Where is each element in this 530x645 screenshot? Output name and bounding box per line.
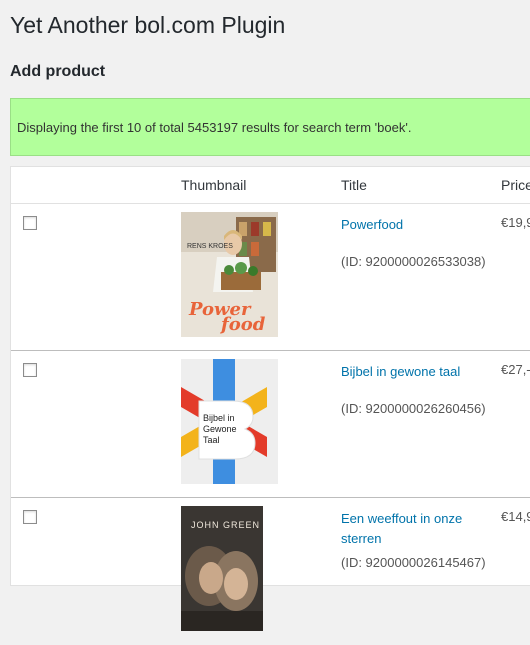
cover-title-line3: Taal	[203, 435, 220, 445]
cover-title-line2: Gewone	[203, 424, 237, 434]
product-thumbnail: JOHN GREEN	[181, 506, 263, 631]
cover-author: JOHN GREEN	[191, 520, 260, 530]
row-checkbox[interactable]	[23, 363, 37, 377]
product-price: €27,-	[501, 362, 530, 377]
product-price: €14,9	[501, 509, 530, 524]
cover-author: RENS KROES	[187, 243, 233, 250]
product-title-link[interactable]: Powerfood	[341, 215, 481, 235]
row-checkbox[interactable]	[23, 216, 37, 230]
notice-text: Displaying the first 10 of total 5453197…	[17, 120, 412, 135]
cover-title-line2: food	[219, 314, 266, 335]
row-checkbox[interactable]	[23, 510, 37, 524]
table-row: Bijbel in Gewone Taal Bijbel in gewone t…	[11, 351, 530, 498]
product-thumbnail: Bijbel in Gewone Taal	[181, 359, 278, 484]
column-header-thumbnail: Thumbnail	[181, 177, 247, 193]
product-id: (ID: 9200000026533038)	[341, 254, 486, 269]
success-notice: Displaying the first 10 of total 5453197…	[10, 98, 530, 156]
products-table: Thumbnail Title Price RENS KROES Power f…	[10, 166, 530, 631]
column-header-title: Title	[341, 177, 367, 193]
column-header-price: Price	[501, 177, 530, 193]
page-title: Yet Another bol.com Plugin	[10, 12, 286, 38]
product-title-link[interactable]: Een weeffout in onze sterren	[341, 509, 481, 549]
product-title-link[interactable]: Bijbel in gewone taal	[341, 362, 481, 382]
product-id: (ID: 9200000026145467)	[341, 555, 486, 570]
section-title: Add product	[10, 63, 106, 80]
table-row: RENS KROES Power food Powerfood (ID: 920…	[11, 204, 530, 351]
product-price: €19,9	[501, 215, 530, 230]
product-id: (ID: 9200000026260456)	[341, 401, 486, 416]
product-thumbnail: RENS KROES Power food	[181, 212, 278, 337]
cover-title-line1: Bijbel in	[203, 413, 235, 423]
